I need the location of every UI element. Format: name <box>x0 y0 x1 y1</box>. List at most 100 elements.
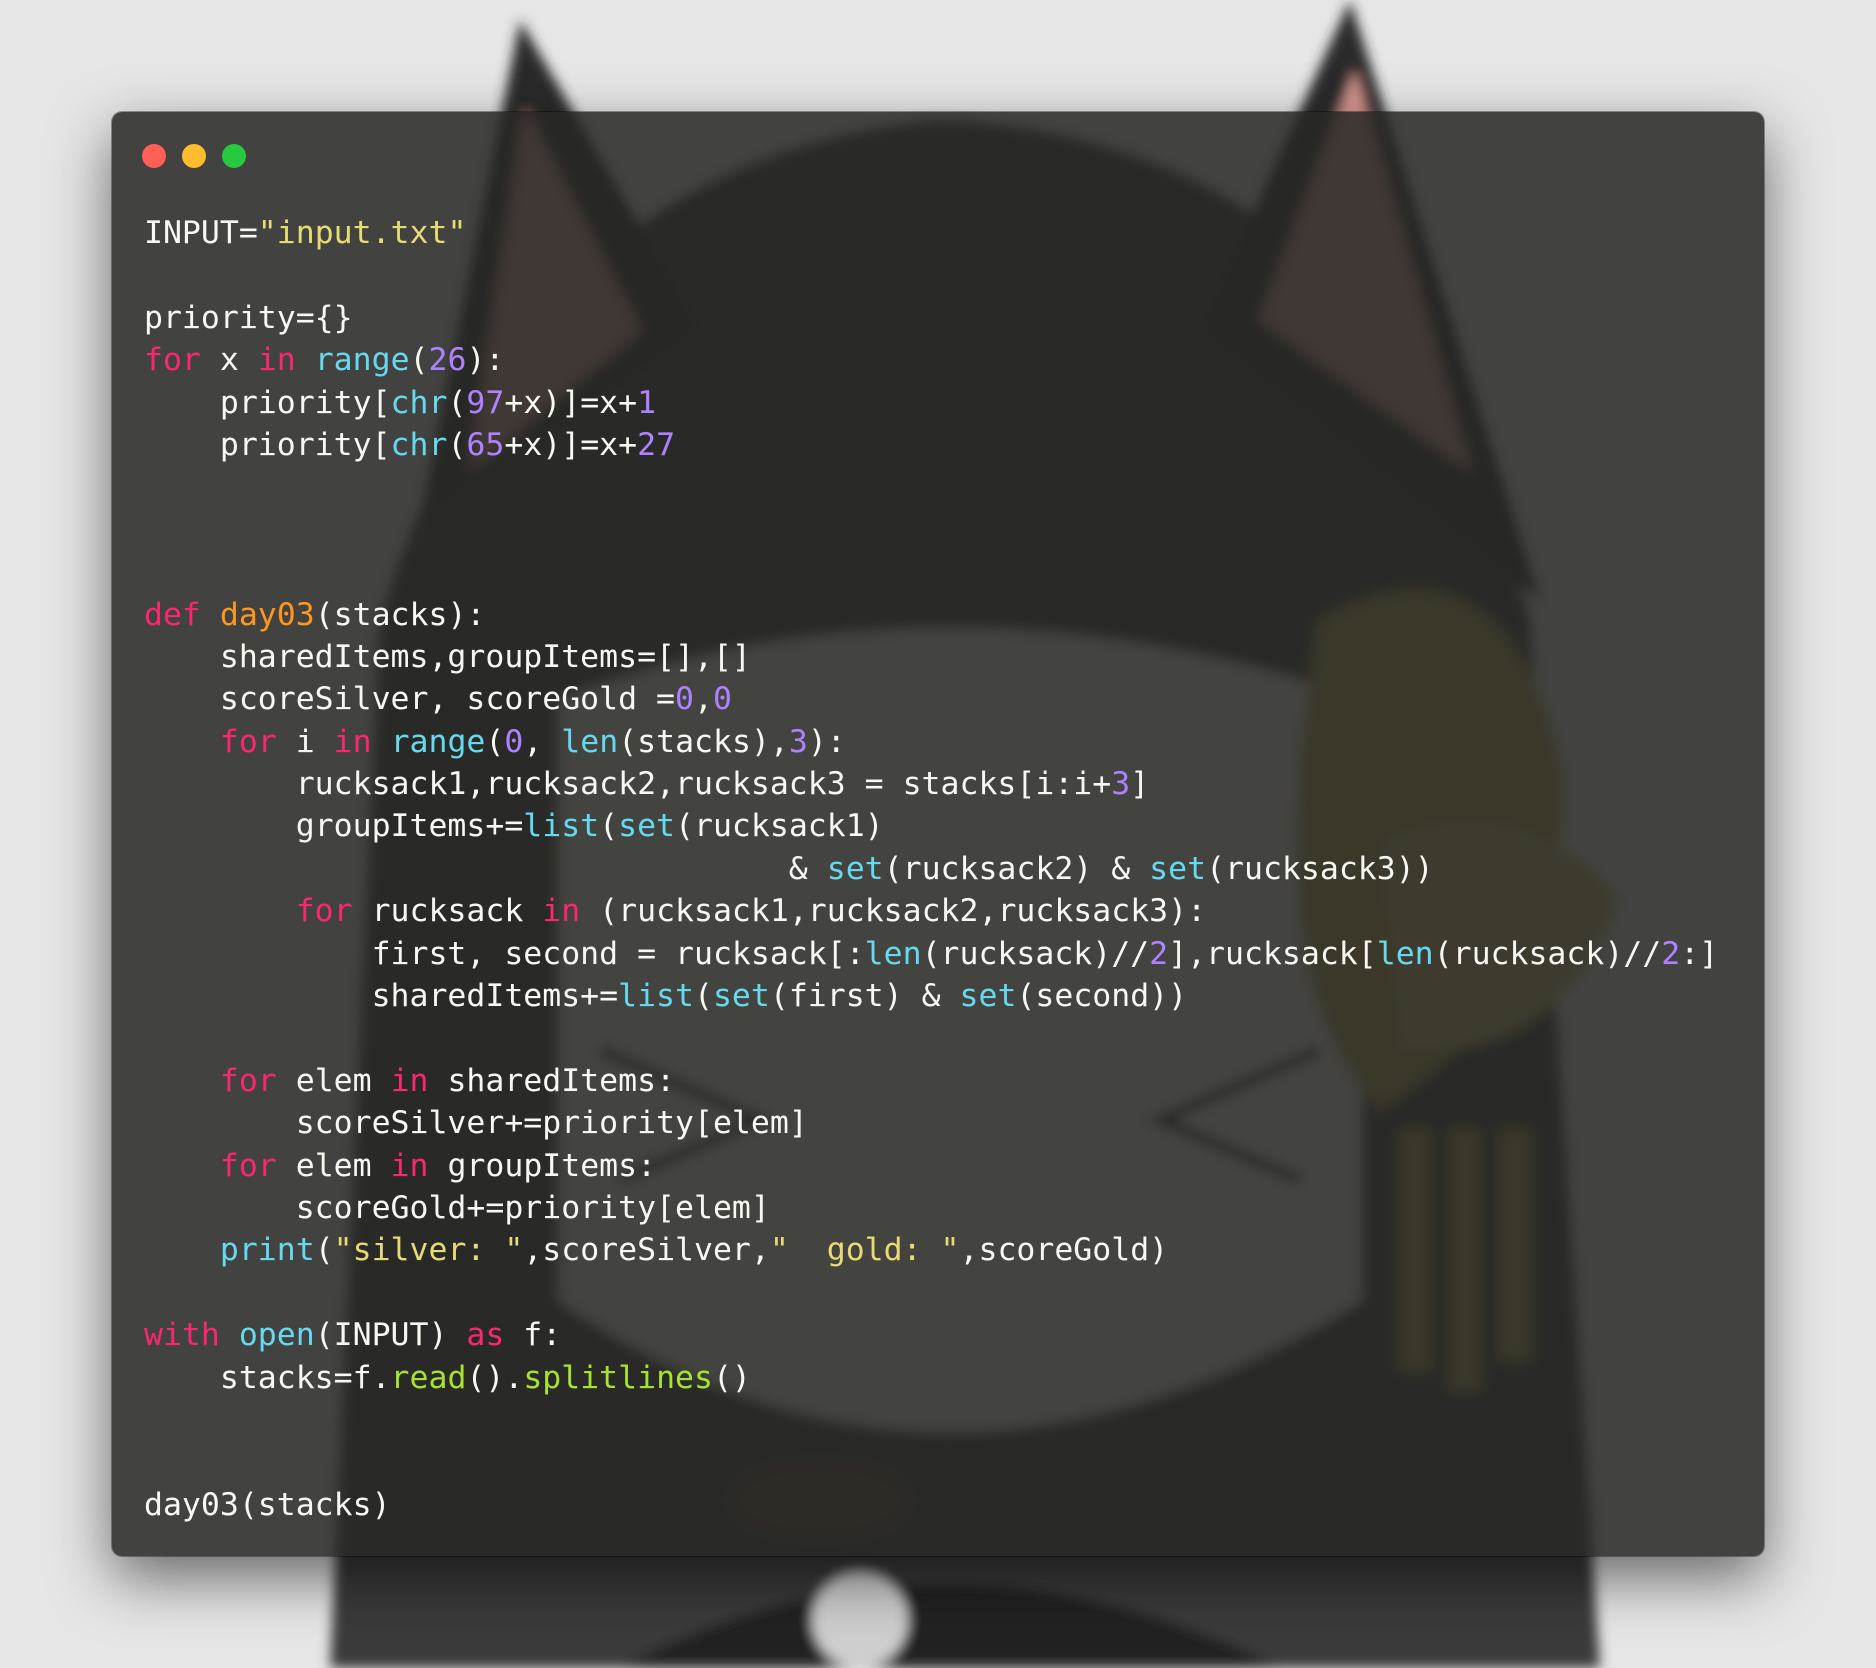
code-token: 2 <box>1661 935 1681 972</box>
code-token: ): <box>807 723 846 760</box>
code-token: for <box>219 1147 277 1184</box>
code-token: stacks=f. <box>144 1359 391 1396</box>
code-token: ,scoreSilver, <box>523 1232 770 1269</box>
code-line: ​ <box>144 1399 1718 1441</box>
code-token: (). <box>466 1359 524 1396</box>
code-token: groupItems: <box>428 1147 657 1184</box>
close-button[interactable] <box>142 144 166 168</box>
code-token: ,scoreGold) <box>959 1232 1169 1269</box>
code-line: ​ <box>144 1441 1718 1483</box>
maximize-button[interactable] <box>222 144 246 168</box>
code-line: for x in range(26): <box>144 339 1718 381</box>
code-token: in <box>257 342 296 379</box>
code-token: chr <box>390 384 448 421</box>
minimize-button[interactable] <box>182 144 206 168</box>
code-token: (rucksack2) & <box>883 850 1150 887</box>
code-token: ( <box>693 978 713 1015</box>
code-token: set <box>826 850 884 887</box>
code-token: " gold: " <box>769 1232 960 1269</box>
code-token: (rucksack1) <box>675 808 884 845</box>
code-token: (second)) <box>1016 978 1188 1015</box>
code-token: as <box>466 1317 505 1354</box>
code-line: priority[chr(65+x)]=x+27 <box>144 424 1718 466</box>
code-token: scoreSilver, scoreGold = <box>144 681 676 718</box>
code-token: 3 <box>1111 766 1131 803</box>
code-line: ​ <box>144 1017 1718 1059</box>
code-token: 0 <box>675 681 694 718</box>
code-token: (rucksack3)) <box>1206 850 1434 887</box>
code-line: ​ <box>144 551 1718 593</box>
code-line: first, second = rucksack[:len(rucksack)/… <box>144 933 1719 975</box>
code-token: scoreGold+=priority[elem] <box>144 1189 770 1226</box>
code-line: ​ <box>144 1272 1718 1314</box>
code-token: ] <box>1130 766 1150 803</box>
code-token: range <box>390 723 486 760</box>
code-token: set <box>1149 850 1207 887</box>
code-block: INPUT="input.txt"​priority={}for x in ra… <box>144 212 1718 1526</box>
code-token: ( <box>447 426 467 463</box>
code-token: (rucksack)// <box>921 935 1150 972</box>
code-token: ( <box>409 342 429 379</box>
code-token: ( <box>314 1232 334 1269</box>
code-token: ( <box>599 808 619 845</box>
code-token: rucksack1,rucksack2,rucksack3 = stacks[i… <box>144 766 1112 803</box>
code-token: ): <box>466 342 505 379</box>
code-token: groupItems+= <box>144 808 524 845</box>
code-token: rucksack <box>352 893 543 930</box>
code-token: open <box>238 1317 315 1354</box>
code-token: (rucksack)// <box>1433 935 1662 972</box>
code-token: range <box>314 342 410 379</box>
code-token: +x)]=x+ <box>504 426 638 463</box>
code-token: +x)]=x+ <box>504 384 638 421</box>
code-token: first, second = rucksack[: <box>144 935 865 972</box>
window-controls <box>142 144 246 168</box>
code-token: f: <box>504 1317 562 1354</box>
code-line: INPUT="input.txt" <box>144 212 1718 254</box>
code-token: in <box>390 1062 429 1099</box>
code-token: , <box>693 681 713 718</box>
code-token: i <box>276 723 334 760</box>
code-token: , <box>523 723 562 760</box>
code-token: in <box>542 893 581 930</box>
code-token: print <box>219 1232 315 1269</box>
code-token: 65 <box>466 426 505 463</box>
code-token: day03(stacks) <box>144 1486 391 1523</box>
code-token: chr <box>390 426 448 463</box>
code-token: sharedItems,groupItems=[],[] <box>144 638 751 675</box>
code-token: read <box>390 1359 467 1396</box>
code-token: 27 <box>637 426 676 463</box>
code-line: priority={} <box>144 297 1718 339</box>
code-token: for <box>219 723 277 760</box>
code-token: (INPUT) <box>314 1317 467 1354</box>
code-token: scoreSilver+=priority[elem] <box>144 1105 808 1142</box>
code-line: for elem in groupItems: <box>144 1145 1718 1187</box>
code-token: for <box>219 1062 277 1099</box>
code-line: priority[chr(97+x)]=x+1 <box>144 382 1718 424</box>
code-token: 97 <box>466 384 505 421</box>
code-line: ​ <box>144 466 1718 508</box>
code-token: ( <box>447 384 467 421</box>
code-token: 1 <box>637 384 657 421</box>
code-line: ​ <box>144 254 1718 296</box>
code-token: (first) & <box>769 978 960 1015</box>
code-line: for i in range(0, len(stacks),3): <box>144 721 1718 763</box>
code-token: 2 <box>1149 935 1169 972</box>
code-token: def <box>144 596 201 633</box>
code-token: & <box>144 850 827 887</box>
code-line: scoreSilver, scoreGold =0,0 <box>144 678 1718 720</box>
code-token: for <box>144 342 201 379</box>
code-token: in <box>333 723 372 760</box>
code-token: len <box>561 723 619 760</box>
code-token: priority[ <box>144 426 391 463</box>
code-token: sharedItems: <box>428 1062 676 1099</box>
code-token: INPUT= <box>144 215 258 251</box>
code-token: in <box>390 1147 429 1184</box>
code-line: stacks=f.read().splitlines() <box>144 1357 1718 1399</box>
